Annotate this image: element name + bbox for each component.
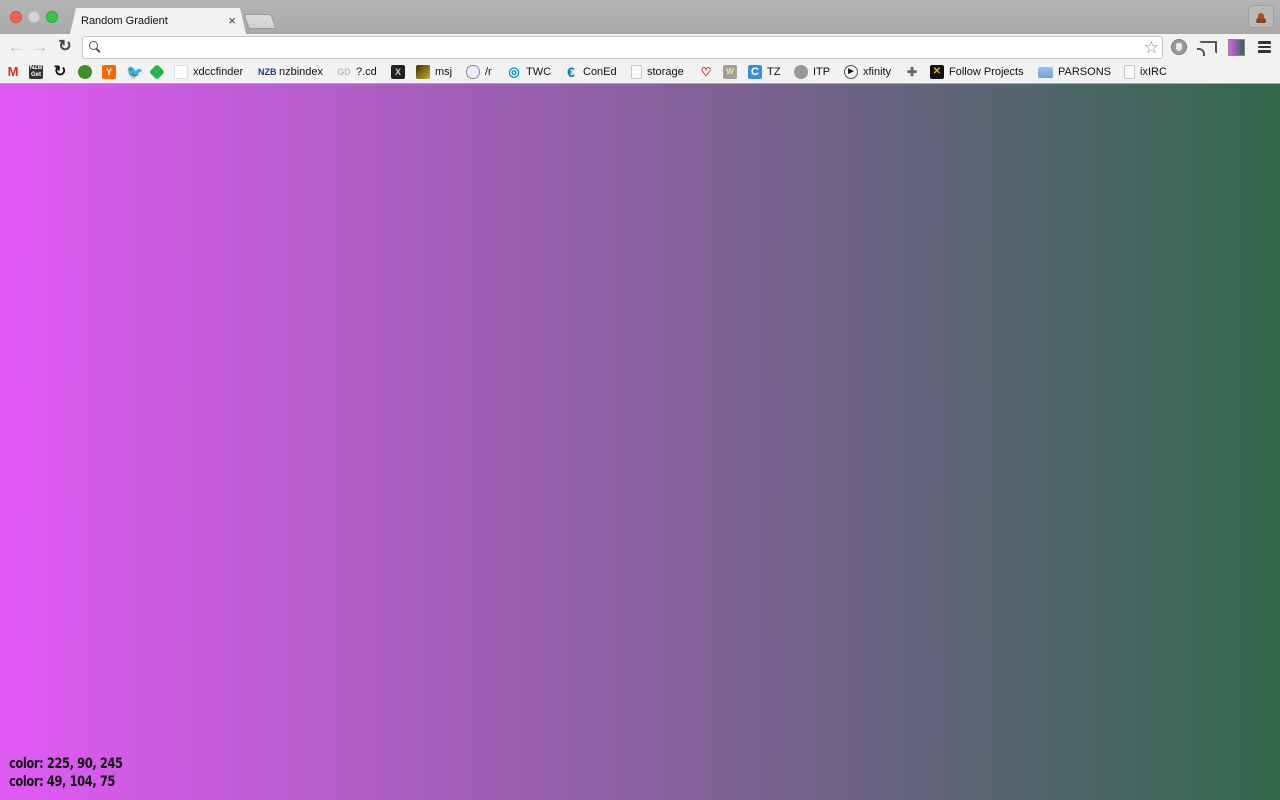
- nzbget-icon: NZB Get: [29, 65, 43, 79]
- address-input[interactable]: [107, 39, 1137, 56]
- hacker-news-icon: Y: [102, 65, 116, 79]
- profile-button[interactable]: [1248, 5, 1274, 28]
- bookmark-itp[interactable]: ITP: [794, 64, 830, 80]
- bookmark-label: xfinity: [863, 66, 892, 78]
- tab-strip: Random Gradient ×: [0, 0, 1280, 34]
- back-button[interactable]: ←: [6, 37, 26, 57]
- start-color-label: color: 225, 90, 245: [9, 756, 123, 772]
- bookmark-gmail[interactable]: M: [6, 64, 20, 80]
- blank-page-icon: [174, 65, 188, 79]
- forward-button[interactable]: →: [30, 37, 50, 57]
- bookmark-storage[interactable]: storage: [631, 64, 684, 80]
- bookmark-tz[interactable]: C TZ: [748, 64, 780, 80]
- bookmark-label: Follow Projects: [949, 66, 1024, 78]
- bookmark-star-icon[interactable]: ☆: [1144, 38, 1159, 57]
- bookmark-label: PARSONS: [1058, 66, 1111, 78]
- color-readout: color: 225, 90, 245 color: 49, 104, 75: [9, 755, 123, 791]
- bookmark-ixirc[interactable]: ixIRC: [1124, 64, 1167, 80]
- bookmark-cd[interactable]: GD ?.cd: [337, 64, 377, 80]
- bookmark-refresh[interactable]: ↻: [53, 64, 67, 80]
- bookmark-follow-projects[interactable]: ✕ Follow Projects: [930, 64, 1024, 80]
- close-window-button[interactable]: [10, 11, 22, 23]
- refresh-circle-icon: ↻: [53, 63, 67, 80]
- bookmark-xfinity[interactable]: ▶ xfinity: [844, 64, 891, 80]
- nzb-icon: NZB: [258, 67, 277, 77]
- reddit-icon: [466, 65, 480, 79]
- gradient-canvas[interactable]: color: 225, 90, 245 color: 49, 104, 75: [0, 84, 1280, 800]
- bookmark-label: ?.cd: [356, 66, 377, 78]
- folder-icon: [1038, 66, 1053, 78]
- poo-emoji-icon: [1255, 11, 1267, 23]
- bookmark-label: /r: [485, 66, 492, 78]
- gmail-icon: M: [7, 64, 19, 79]
- bookmark-twc[interactable]: ◎ TWC: [507, 64, 551, 80]
- tz-icon: C: [748, 65, 762, 79]
- page-icon: [1124, 65, 1135, 79]
- adblock-icon[interactable]: [1171, 39, 1187, 55]
- page-icon: [631, 65, 642, 79]
- msj-icon: [416, 65, 430, 79]
- bookmark-hacker-news[interactable]: Y: [102, 64, 116, 80]
- random-gradient-extension-icon[interactable]: [1228, 39, 1245, 56]
- bookmark-puzzle[interactable]: ✚: [905, 64, 919, 80]
- bookmark-w[interactable]: W: [723, 64, 737, 80]
- zoom-window-button[interactable]: [46, 11, 58, 23]
- bookmark-x[interactable]: X: [391, 64, 405, 80]
- twitter-icon: 🐦: [126, 64, 144, 80]
- bookmark-label: TZ: [767, 66, 781, 78]
- bookmark-feedly[interactable]: [149, 64, 165, 80]
- bookmark-msj[interactable]: msj: [416, 64, 452, 80]
- puzzle-icon: ✚: [906, 65, 918, 79]
- feedly-icon: [149, 64, 165, 80]
- reload-button[interactable]: ↻: [55, 37, 75, 57]
- bookmark-label: xdccfinder: [193, 66, 244, 78]
- tab-title: Random Gradient: [81, 15, 168, 27]
- bookmark-label: msj: [435, 66, 453, 78]
- bookmarks-bar: M NZB Get ↻ Y 🐦 xdccfinder NZB nzbindex G…: [0, 61, 1280, 84]
- address-bar[interactable]: ☆: [82, 36, 1163, 59]
- bookmark-twitter[interactable]: 🐦: [126, 64, 144, 80]
- bookmark-xdccfinder[interactable]: xdccfinder: [174, 64, 243, 80]
- bookmark-label: storage: [647, 66, 684, 78]
- bookmark-reddit[interactable]: /r: [466, 64, 492, 80]
- heart-robot-icon: ♡: [700, 65, 712, 79]
- bookmark-nzbget[interactable]: NZB Get: [29, 64, 43, 80]
- end-color-label: color: 49, 104, 75: [9, 774, 116, 790]
- coned-icon: €: [567, 64, 575, 80]
- cd-icon: GD: [337, 67, 351, 77]
- minimize-window-button[interactable]: [28, 11, 40, 23]
- turtle-icon: [78, 65, 92, 79]
- chat-bubble-icon: [794, 65, 808, 79]
- tab-random-gradient[interactable]: Random Gradient ×: [70, 8, 246, 34]
- bookmark-parsons-folder[interactable]: PARSONS: [1038, 64, 1111, 80]
- close-tab-icon[interactable]: ×: [228, 13, 236, 28]
- bookmark-nzbindex[interactable]: NZB nzbindex: [258, 64, 323, 80]
- bookmark-label: nzbindex: [279, 66, 324, 78]
- bookmark-label: ixIRC: [1140, 66, 1167, 78]
- hamburger-menu-icon[interactable]: [1258, 41, 1271, 53]
- play-circle-icon: ▶: [844, 65, 858, 79]
- skull-icon: ✕: [930, 65, 944, 79]
- cast-icon[interactable]: [1197, 41, 1217, 56]
- w-icon: W: [723, 65, 737, 79]
- toolbar: ← → ↻ ☆: [0, 34, 1280, 61]
- bookmark-turtle[interactable]: [78, 64, 92, 80]
- bookmark-heart-robot[interactable]: ♡: [699, 64, 713, 80]
- x-box-icon: X: [391, 65, 405, 79]
- bookmark-label: TWC: [526, 66, 552, 78]
- bookmark-label: ConEd: [583, 66, 617, 78]
- new-tab-button[interactable]: [243, 14, 277, 29]
- bookmark-label: ITP: [813, 66, 831, 78]
- twc-icon: ◎: [508, 64, 520, 79]
- search-icon: [89, 41, 101, 53]
- bookmark-coned[interactable]: € ConEd: [564, 64, 617, 80]
